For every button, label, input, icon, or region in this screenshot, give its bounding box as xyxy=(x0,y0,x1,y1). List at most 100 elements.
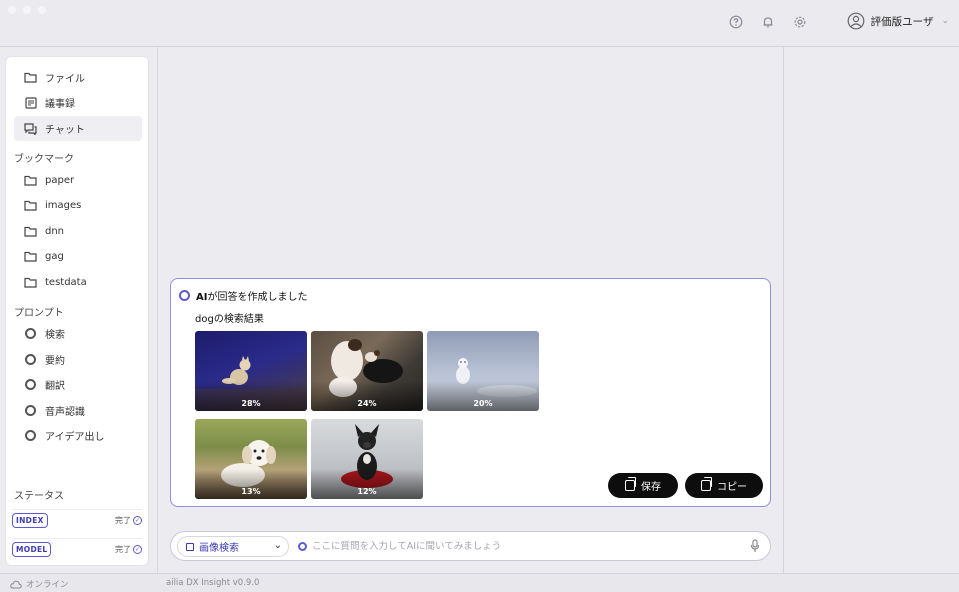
status-state: 完了 ✓ xyxy=(115,544,142,555)
sidebar-item-chat[interactable]: チャット xyxy=(14,116,142,141)
result-image[interactable]: 20% xyxy=(427,331,539,411)
status-row-model: MODEL 完了 ✓ xyxy=(12,538,142,560)
bookmark-item-testdata[interactable]: testdata xyxy=(14,270,142,295)
answer-header: AIが回答を作成しました xyxy=(179,288,307,303)
connection-status: オンライン xyxy=(10,578,69,590)
search-result-title: dogの検索結果 xyxy=(195,314,264,325)
chevron-down-icon: ⌄ xyxy=(273,540,282,551)
bookmark-label: testdata xyxy=(45,277,87,288)
prompt-ring-icon xyxy=(24,404,37,417)
bookmark-item-paper[interactable]: paper xyxy=(14,168,142,193)
title-bar: 評価版ユーザ ⌄ xyxy=(0,0,959,47)
check-circle-icon: ✓ xyxy=(133,545,142,554)
result-image[interactable]: 28% xyxy=(195,331,307,411)
prompt-ring-icon xyxy=(298,542,307,551)
prompt-label: 要約 xyxy=(45,356,65,367)
minimize-window-button[interactable] xyxy=(23,6,31,14)
note-icon xyxy=(24,96,37,109)
prompt-section-title: プロンプト xyxy=(14,308,64,319)
prompt-ring-icon xyxy=(24,378,37,391)
close-window-button[interactable] xyxy=(8,6,16,14)
answer-header-text: AIが回答を作成しました xyxy=(196,288,307,303)
prompt-item-summary[interactable]: 要約 xyxy=(14,347,142,372)
check-circle-icon: ✓ xyxy=(133,516,142,525)
folder-icon xyxy=(24,174,37,187)
save-button-label: 保存 xyxy=(641,482,661,493)
search-mode-label: 画像検索 xyxy=(199,543,239,554)
gear-icon[interactable] xyxy=(792,14,808,30)
prompt-label: 検索 xyxy=(45,330,65,341)
bookmark-label: dnn xyxy=(45,226,65,237)
status-state-label: 完了 xyxy=(115,545,131,554)
sidebar-divider xyxy=(157,47,158,573)
prompt-ring-icon xyxy=(24,429,37,442)
bookmark-section-title: ブックマーク xyxy=(14,154,74,165)
sidebar: ファイル 議事録 チャット ブックマーク paper images dnn ga… xyxy=(5,56,149,566)
status-badge: MODEL xyxy=(12,542,52,557)
prompt-item-search[interactable]: 検索 xyxy=(14,321,142,346)
bookmark-item-images[interactable]: images xyxy=(14,193,142,218)
prompt-item-translate[interactable]: 翻訳 xyxy=(14,372,142,397)
sidebar-item-label: ファイル xyxy=(45,74,85,85)
prompt-label: アイデア出し xyxy=(45,432,105,443)
chat-input-bar: 画像検索 ⌄ xyxy=(170,531,771,561)
copy-button-label: コピー xyxy=(717,482,747,493)
ai-label: AI xyxy=(196,292,208,303)
result-image[interactable]: 24% xyxy=(311,331,423,411)
sidebar-item-label: チャット xyxy=(45,125,85,136)
connection-status-label: オンライン xyxy=(26,580,69,590)
question-input[interactable] xyxy=(312,538,732,555)
bookmark-label: paper xyxy=(45,175,75,186)
maximize-window-button[interactable] xyxy=(38,6,46,14)
folder-icon xyxy=(24,199,37,212)
prompt-item-ideas[interactable]: アイデア出し xyxy=(14,423,142,448)
similarity-score: 12% xyxy=(357,487,377,496)
folder-icon xyxy=(24,71,37,84)
prompt-label: 音声認識 xyxy=(45,407,85,418)
answer-card: AIが回答を作成しました dogの検索結果 28% 24% 20% 13% 12… xyxy=(170,278,771,507)
user-name: 評価版ユーザ xyxy=(870,15,934,28)
chat-icon xyxy=(24,122,37,135)
window-controls xyxy=(8,6,46,14)
cloud-icon xyxy=(10,580,22,588)
chevron-down-icon: ⌄ xyxy=(941,16,949,26)
ai-ring-icon xyxy=(179,290,190,301)
status-badge: INDEX xyxy=(12,513,48,528)
sidebar-item-files[interactable]: ファイル xyxy=(14,65,142,90)
bookmark-label: gag xyxy=(45,251,64,262)
search-mode-select[interactable]: 画像検索 ⌄ xyxy=(177,536,289,557)
result-image[interactable]: 12% xyxy=(311,419,423,499)
prompt-item-speech[interactable]: 音声認識 xyxy=(14,398,142,423)
app-version: ailia DX Insight v0.9.0 xyxy=(166,578,260,588)
save-button[interactable]: 保存 xyxy=(608,473,678,498)
similarity-score: 13% xyxy=(241,487,261,496)
bookmark-item-gag[interactable]: gag xyxy=(14,244,142,269)
bookmark-item-dnn[interactable]: dnn xyxy=(14,219,142,244)
copy-icon xyxy=(625,477,636,491)
copy-icon xyxy=(701,477,712,491)
microphone-icon[interactable] xyxy=(750,539,760,556)
right-panel-divider xyxy=(783,47,784,573)
prompt-ring-icon xyxy=(24,327,37,340)
folder-icon xyxy=(24,225,37,238)
user-menu[interactable]: 評価版ユーザ ⌄ xyxy=(847,12,949,30)
user-avatar-icon xyxy=(847,12,865,30)
help-icon[interactable] xyxy=(728,14,744,30)
bell-icon[interactable] xyxy=(760,14,776,30)
prompt-ring-icon xyxy=(24,353,37,366)
answer-header-rest: が回答を作成しました xyxy=(207,292,308,303)
sidebar-item-label: 議事録 xyxy=(45,99,75,110)
folder-icon xyxy=(24,250,37,263)
status-bar: オンライン ailia DX Insight v0.9.0 xyxy=(0,573,959,592)
result-image[interactable]: 13% xyxy=(195,419,307,499)
copy-button[interactable]: コピー xyxy=(685,473,763,498)
folder-icon xyxy=(24,276,37,289)
bookmark-label: images xyxy=(45,200,82,211)
status-state-label: 完了 xyxy=(115,516,131,525)
similarity-score: 28% xyxy=(241,399,261,408)
similarity-score: 24% xyxy=(357,399,377,408)
similarity-score: 20% xyxy=(473,399,493,408)
status-state: 完了 ✓ xyxy=(115,515,142,526)
status-section-title: ステータス xyxy=(14,491,64,502)
sidebar-item-minutes[interactable]: 議事録 xyxy=(14,90,142,115)
